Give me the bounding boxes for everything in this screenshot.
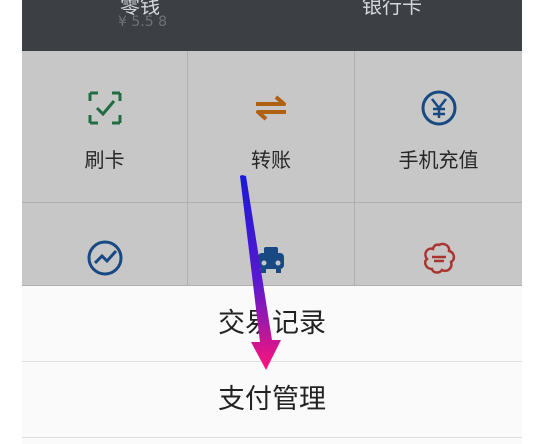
bank-card-label[interactable]: 银行卡 (362, 0, 422, 19)
grid-item-transfer[interactable]: 转账 (188, 51, 355, 203)
grid-item-taxi[interactable] (188, 203, 355, 286)
balance-amount: ¥ 5.5 8 (118, 14, 167, 30)
yuan-circle-icon (421, 90, 456, 126)
grid-item-public-welfare[interactable] (355, 203, 522, 286)
trend-circle-icon (87, 240, 122, 276)
taxi-icon (258, 247, 284, 273)
grid-item-card-swipe[interactable]: 刷卡 (22, 51, 188, 203)
payment-management-item[interactable]: 支付管理 (22, 362, 522, 437)
sheet-divider (22, 437, 522, 438)
top-bar: 零钱 银行卡 ¥ 5.5 8 (22, 0, 522, 51)
action-sheet: 交易记录 支付管理 (22, 286, 522, 444)
flower-icon (423, 242, 455, 274)
service-grid: 刷卡 转账 手机充值 (22, 51, 522, 286)
grid-item-phone-topup[interactable]: 手机充值 (355, 51, 522, 203)
transfer-icon (256, 95, 286, 121)
grid-item-finance[interactable] (22, 203, 188, 286)
grid-label-phone-topup: 手机充值 (398, 148, 479, 172)
scan-card-icon (88, 91, 121, 125)
transaction-records-item[interactable]: 交易记录 (22, 286, 522, 361)
grid-label-transfer: 转账 (251, 148, 291, 172)
grid-label-card-swipe: 刷卡 (84, 148, 125, 172)
